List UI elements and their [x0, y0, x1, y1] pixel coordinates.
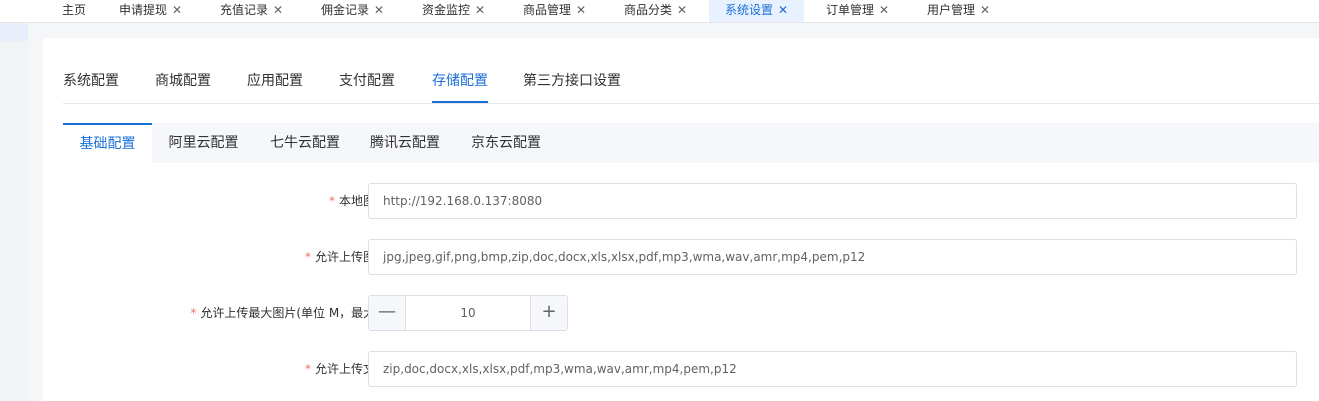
- content-gutter-top: [28, 23, 1319, 38]
- close-icon[interactable]: ✕: [576, 0, 586, 20]
- close-icon[interactable]: ✕: [980, 0, 990, 20]
- tags-view-bar: 主页 申请提现 ✕ 充值记录 ✕ 佣金记录 ✕ 资金监控 ✕ 商品管理 ✕ 商品分类 ✕ 系…: [0, 0, 1319, 23]
- image-suffix-input[interactable]: [368, 239, 1297, 275]
- sidebar-edge: [0, 23, 28, 401]
- required-mark: *: [304, 250, 311, 264]
- close-icon[interactable]: ✕: [778, 0, 788, 20]
- subtab-jd-config[interactable]: 京东云配置: [455, 123, 557, 163]
- tag-withdraw-apply[interactable]: 申请提现 ✕: [119, 0, 182, 22]
- file-suffix-input[interactable]: [368, 351, 1297, 387]
- tag-order-management[interactable]: 订单管理 ✕: [826, 0, 889, 22]
- close-icon[interactable]: ✕: [677, 0, 687, 20]
- tag-label: 商品分类: [624, 3, 673, 17]
- tag-label: 订单管理: [826, 3, 875, 17]
- form-row-file-suffix: * 允许上传文件后缀:: [63, 351, 1319, 387]
- tab-payment-config[interactable]: 支付配置: [339, 70, 395, 90]
- tag-label: 用户管理: [927, 3, 976, 17]
- increment-button[interactable]: +: [530, 296, 567, 330]
- form-row-image-suffix: * 允许上传图片后缀:: [63, 239, 1319, 275]
- tab-mall-config[interactable]: 商城配置: [155, 70, 211, 90]
- required-mark: *: [328, 194, 335, 208]
- decrement-button[interactable]: —: [369, 296, 406, 330]
- close-icon[interactable]: ✕: [273, 0, 283, 20]
- tag-label: 主页: [62, 3, 87, 17]
- tag-commission-records[interactable]: 佣金记录 ✕: [321, 0, 384, 22]
- tag-system-settings[interactable]: 系统设置 ✕: [709, 0, 805, 22]
- tab-storage-config[interactable]: 存储配置: [432, 70, 488, 90]
- subtab-tencent-config[interactable]: 腾讯云配置: [355, 123, 455, 163]
- tag-recharge-records[interactable]: 充值记录 ✕: [220, 0, 283, 22]
- stepper-value[interactable]: 10: [406, 296, 530, 330]
- tag-label: 商品管理: [523, 3, 572, 17]
- close-icon[interactable]: ✕: [475, 0, 485, 20]
- required-mark: *: [304, 362, 311, 376]
- tag-product-category[interactable]: 商品分类 ✕: [624, 0, 687, 22]
- content-gutter: [28, 23, 43, 401]
- tag-fund-monitor[interactable]: 资金监控 ✕: [422, 0, 485, 22]
- main-tabs: 系统配置 商城配置 应用配置 支付配置 存储配置 第三方接口设置: [63, 58, 1319, 104]
- subtab-aliyun-config[interactable]: 阿里云配置: [152, 123, 255, 163]
- tag-label: 系统设置: [725, 3, 774, 17]
- sidebar-highlight: [0, 23, 28, 41]
- required-mark: *: [190, 306, 197, 320]
- tab-app-config[interactable]: 应用配置: [247, 70, 303, 90]
- tag-label: 充值记录: [220, 3, 269, 17]
- tag-product-management[interactable]: 商品管理 ✕: [523, 0, 586, 22]
- active-tab-indicator: [432, 101, 488, 103]
- close-icon[interactable]: ✕: [172, 0, 182, 20]
- max-image-size-stepper: — 10 +: [368, 295, 568, 331]
- form-row-local-domain: *本地图片域名:: [63, 183, 1319, 219]
- local-image-domain-input[interactable]: [368, 183, 1297, 219]
- tag-home[interactable]: 主页: [62, 0, 86, 22]
- tab-system-config[interactable]: 系统配置: [63, 70, 119, 90]
- subtab-basic-config[interactable]: 基础配置: [63, 123, 152, 163]
- form-row-max-image: * 允许上传最大图片(单位 M，最大值50 ): — 10 +: [63, 295, 1319, 331]
- tag-user-management[interactable]: 用户管理 ✕: [927, 0, 990, 22]
- tag-label: 资金监控: [422, 3, 471, 17]
- close-icon[interactable]: ✕: [374, 0, 384, 20]
- close-icon[interactable]: ✕: [879, 0, 889, 20]
- storage-sub-tabs: 基础配置 阿里云配置 七牛云配置 腾讯云配置 京东云配置: [63, 123, 1319, 163]
- subtab-qiniu-config[interactable]: 七牛云配置: [255, 123, 355, 163]
- tag-label: 申请提现: [119, 3, 168, 17]
- tag-label: 佣金记录: [321, 3, 370, 17]
- tab-third-party-api[interactable]: 第三方接口设置: [523, 70, 621, 90]
